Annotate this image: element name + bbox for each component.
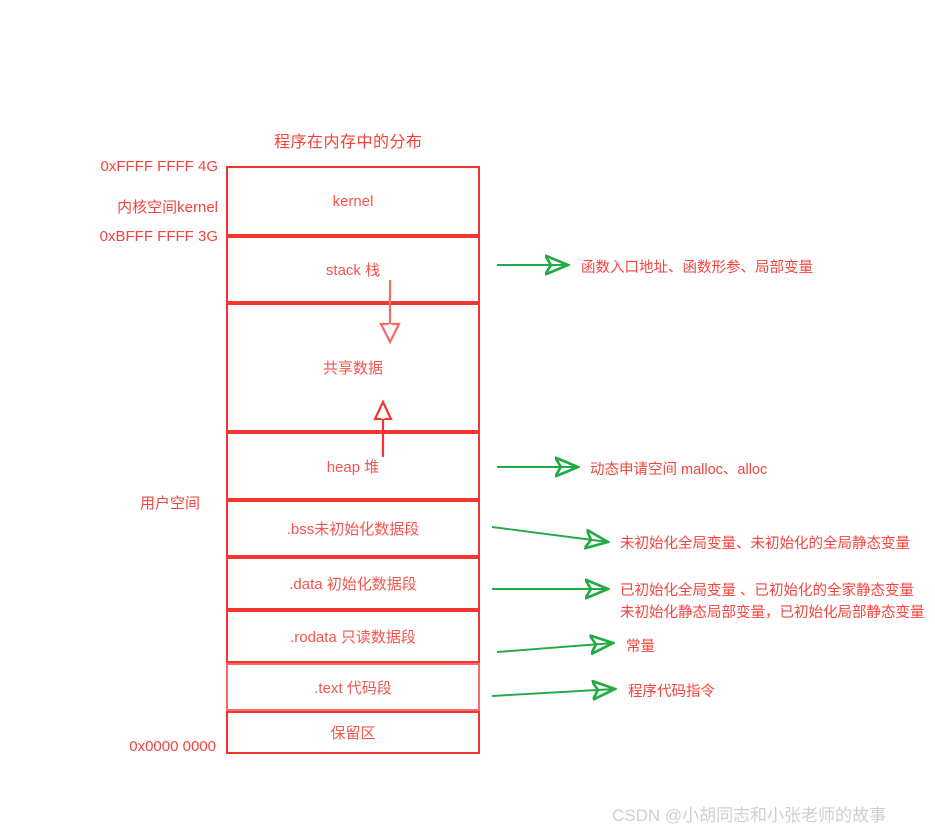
connector-text [491,689,615,696]
memory-segment-shared-data[interactable]: 共享数据 [226,303,480,432]
memory-segment-text-label: .text 代码段 [314,679,392,697]
memory-segment-bss[interactable]: .bss未初始化数据段 [226,500,480,557]
memory-segment-reserved[interactable]: 保留区 [226,711,480,754]
memory-segment-data-label: .data 初始化数据段 [289,576,417,593]
annotation-heap: 动态申请空间 malloc、alloc [590,459,767,481]
diagram-canvas: 程序在内存中的分布 0xFFFF FFFF 4G 内核空间kernel 0xBF… [0,0,935,840]
memory-segment-stack[interactable]: stack 栈 [226,236,480,303]
arrow-down-icon [379,280,401,345]
label-kernel-space: 内核空间kernel [117,199,218,216]
annotation-bss-line1: 未初始化全局变量、未初始化的全局静态变量 [620,536,910,552]
label-address-3g: 0xBFFF FFFF 3G [99,228,218,245]
memory-segment-rodata-label: .rodata 只读数据段 [290,629,416,646]
annotation-rodata: 常量 [626,636,655,658]
memory-segment-text[interactable]: .text 代码段 [226,663,480,711]
label-address-top: 0xFFFF FFFF 4G [100,158,219,175]
memory-segment-heap[interactable]: heap 堆 [226,432,480,500]
memory-segment-data[interactable]: .data 初始化数据段 [226,557,480,610]
annotation-rodata-line1: 常量 [626,639,655,655]
memory-segment-reserved-label: 保留区 [330,725,376,742]
memory-segment-shared-data-label: 共享数据 [322,360,383,377]
memory-segment-kernel-label: kernel [332,192,374,210]
annotation-text: 程序代码指令 [628,681,715,703]
annotation-heap-line1: 动态申请空间 malloc、alloc [590,462,768,478]
memory-layout-column: kernel stack 栈 共享数据 heap 堆 .bss未初始化数据段 .… [226,166,480,754]
watermark: CSDN @小胡同志和小张老师的故事 [612,806,887,825]
annotation-data-line1: 已初始化全局变量 、已初始化的全家静态变量 [620,583,915,599]
annotation-stack-line1: 函数入口地址、函数形参、局部变量 [581,260,813,276]
memory-segment-rodata[interactable]: .rodata 只读数据段 [226,610,480,663]
label-address-bottom: 0x0000 0000 [129,738,216,755]
memory-segment-bss-label: .bss未初始化数据段 [286,521,420,538]
memory-segment-kernel[interactable]: kernel [226,166,480,236]
connector-bss [491,526,608,542]
connector-rodata [496,643,613,652]
page-title: 程序在内存中的分布 [274,134,423,151]
memory-segment-stack-label: stack 栈 [325,262,381,279]
arrow-up-icon [373,399,393,457]
annotation-text-line1: 程序代码指令 [628,684,715,700]
annotation-data: 已初始化全局变量 、已初始化的全家静态变量 未初始化静态局部变量，已初始化局部静… [620,580,925,625]
annotation-bss: 未初始化全局变量、未初始化的全局静态变量 [620,533,910,555]
annotation-data-line2: 未初始化静态局部变量，已初始化局部静态变量 [620,605,925,622]
label-user-space: 用户空间 [139,495,200,512]
annotation-stack: 函数入口地址、函数形参、局部变量 [581,257,813,279]
